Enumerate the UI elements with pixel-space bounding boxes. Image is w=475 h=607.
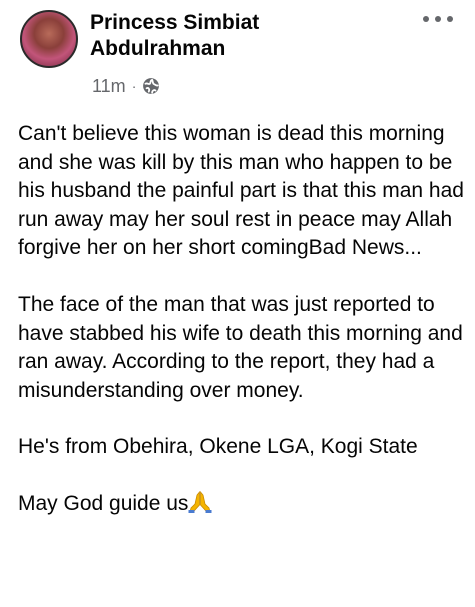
closing-text: May God guide us <box>18 491 189 515</box>
post-paragraph: Can't believe this woman is dead this mo… <box>18 122 470 260</box>
facebook-post: Princess Simbiat Abdulrahman 11m · Can't… <box>0 0 475 607</box>
author-name[interactable]: Princess Simbiat Abdulrahman <box>90 10 390 62</box>
more-dot <box>447 16 453 22</box>
more-dot <box>435 16 441 22</box>
more-options-icon[interactable] <box>423 12 453 26</box>
timestamp[interactable]: 11m <box>92 76 126 97</box>
post-closing: May God guide us <box>18 490 466 519</box>
post-paragraph: The face of the man that was just report… <box>18 292 469 402</box>
globe-icon[interactable] <box>142 77 160 95</box>
post-paragraph: He's from Obehira, Okene LGA, Kogi State <box>18 435 418 459</box>
post-header: Princess Simbiat Abdulrahman 11m · <box>0 0 475 110</box>
post-body: Can't believe this woman is dead this mo… <box>18 120 466 519</box>
separator-dot: · <box>131 78 137 94</box>
post-meta: 11m · <box>92 74 160 98</box>
praying-hands-icon <box>188 490 212 513</box>
avatar[interactable] <box>20 10 78 68</box>
more-dot <box>423 16 429 22</box>
